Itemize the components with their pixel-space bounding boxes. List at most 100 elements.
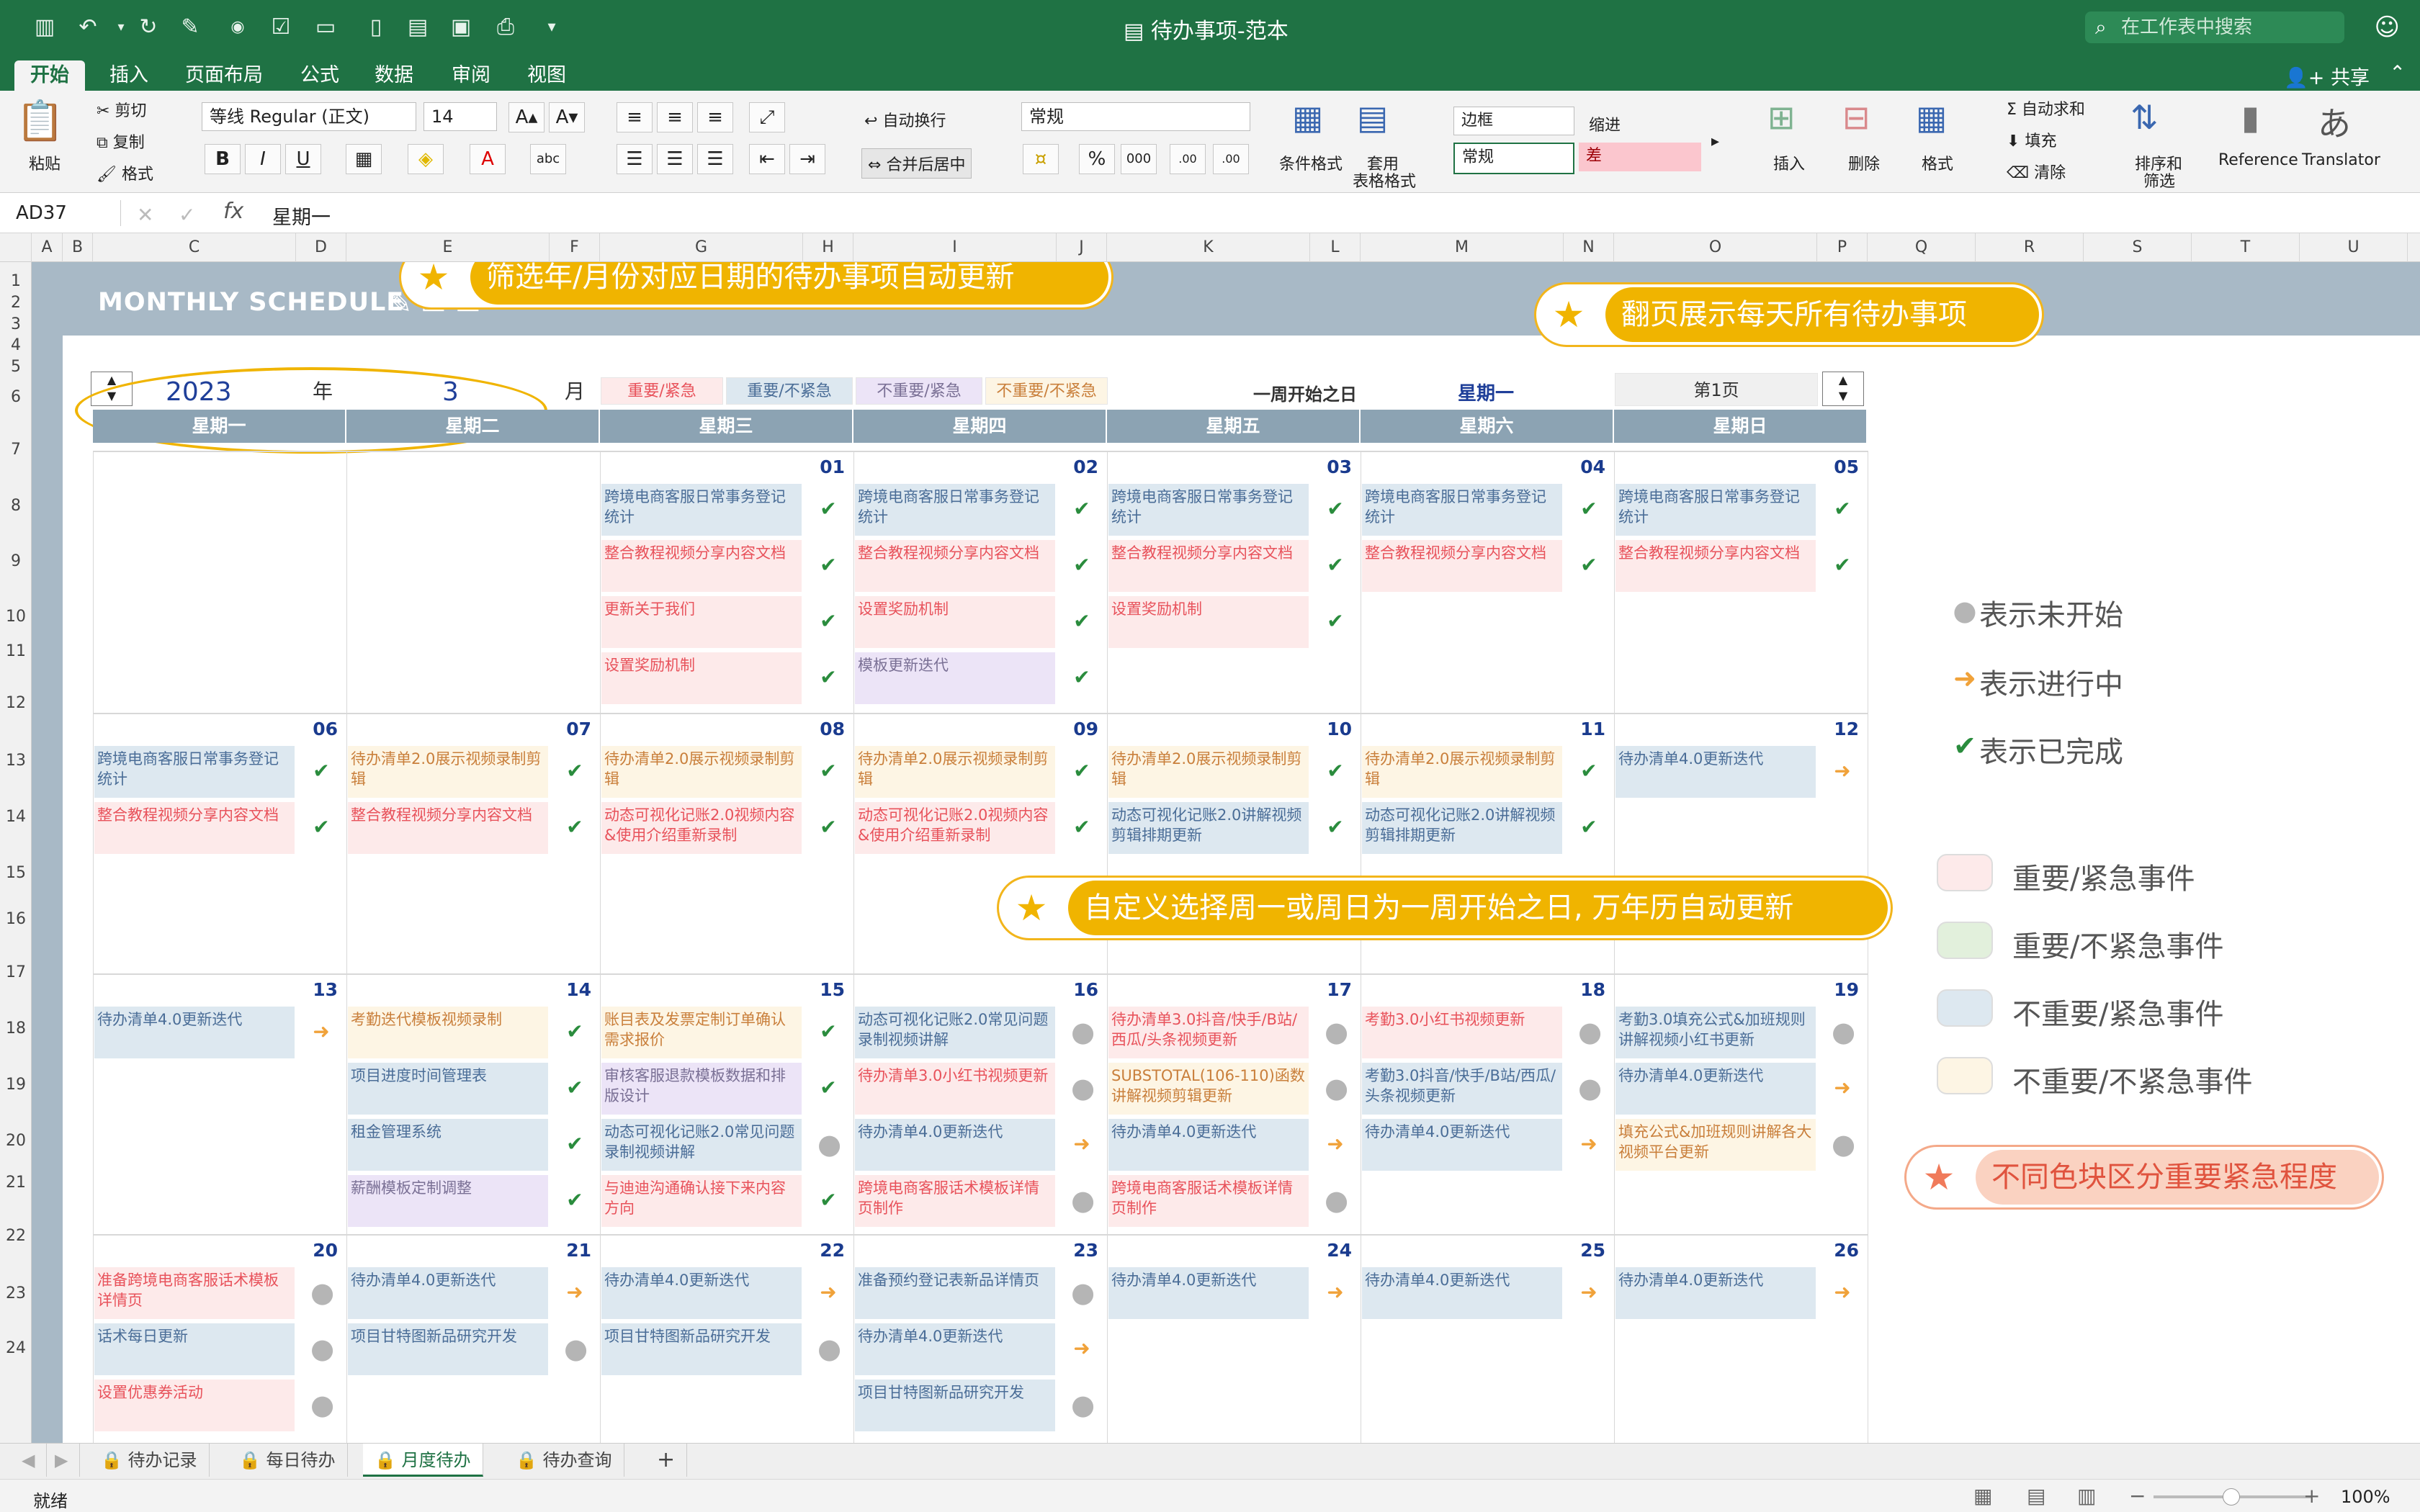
task-item[interactable]: 租金管理系统 (348, 1119, 548, 1171)
task-item[interactable]: 待办清单4.0更新迭代 (348, 1267, 548, 1319)
sheet-tab[interactable]: 🔒 待办查询 (504, 1444, 624, 1477)
checkbox-icon[interactable]: ☑ (268, 14, 294, 40)
align-left-icon[interactable]: ☰ (617, 144, 653, 174)
task-item[interactable]: 待办清单3.0小红书视频更新 (855, 1063, 1055, 1115)
smiley-feedback-icon[interactable]: ☺ (2375, 13, 2400, 42)
confirm-icon[interactable]: ✓ (179, 203, 195, 227)
task-item[interactable]: 设置奖励机制 (855, 596, 1055, 648)
fill-color-icon[interactable]: ◈ (408, 144, 444, 174)
form-icon[interactable]: ▭ (313, 14, 339, 40)
increase-decimal-button[interactable]: .00 (1170, 144, 1206, 174)
spreadsheet-grid[interactable]: MONTHLY SCHEDULE ✎ ▭ ▭ ▲▼ 2023 年 3 月 重要/… (32, 262, 2420, 1443)
row-header[interactable]: 4 (0, 336, 32, 354)
bold-button[interactable]: B (205, 144, 241, 174)
column-header[interactable]: R (1976, 233, 2084, 262)
format-painter-button[interactable]: 🖌 格式 (97, 161, 153, 184)
task-item[interactable]: 待办清单4.0更新迭代 (1108, 1119, 1309, 1171)
row-header[interactable]: 18 (0, 1020, 32, 1038)
task-item[interactable]: 整合教程视频分享内容文档 (1108, 540, 1309, 592)
task-item[interactable]: 待办清单2.0展示视频录制剪辑 (1362, 746, 1562, 798)
column-header[interactable]: U (2300, 233, 2408, 262)
align-middle-icon[interactable]: ≡ (657, 102, 693, 132)
styles-expand-icon[interactable]: ▸ (1711, 132, 1719, 150)
wrap-text-button[interactable]: ↩ 自动换行 (864, 108, 946, 131)
row-header[interactable]: 3 (0, 315, 32, 333)
decrease-decimal-button[interactable]: .00 (1213, 144, 1249, 174)
style-normal[interactable]: 常规 (1453, 143, 1574, 174)
task-item[interactable]: 待办清单4.0更新迭代 (1615, 1267, 1816, 1319)
zoom-slider-thumb[interactable] (2223, 1488, 2240, 1506)
column-header[interactable]: O (1614, 233, 1817, 262)
save-icon[interactable]: ▣ (448, 14, 474, 40)
sidebar-toggle-icon[interactable]: ▥ (32, 14, 58, 40)
task-item[interactable]: 待办清单4.0更新迭代 (1108, 1267, 1309, 1319)
format-cells-button[interactable]: 格式 (1922, 151, 1953, 174)
sort-filter-icon[interactable]: ⇅ (2130, 98, 2159, 137)
task-item[interactable]: 考勤3.0小红书视频更新 (1362, 1007, 1562, 1058)
italic-button[interactable]: I (245, 144, 281, 174)
column-header[interactable]: J (1057, 233, 1107, 262)
task-item[interactable]: 待办清单4.0更新迭代 (855, 1323, 1055, 1375)
row-header[interactable]: 12 (0, 694, 32, 712)
task-item[interactable]: 跨境电商客服日常事务登记统计 (601, 484, 802, 536)
tab-view[interactable]: 视图 (511, 60, 582, 91)
task-item[interactable]: 项目甘特图新品研究开发 (348, 1323, 548, 1375)
row-header[interactable]: 22 (0, 1227, 32, 1245)
sheet-tab[interactable]: 🔒 每日待办 (228, 1444, 348, 1477)
style-bad[interactable]: 差 (1579, 143, 1701, 171)
zoom-slider[interactable] (2154, 1488, 2312, 1506)
column-header[interactable]: F (550, 233, 600, 262)
add-sheet-icon[interactable]: + (645, 1444, 688, 1477)
task-item[interactable]: 整合教程视频分享内容文档 (1615, 540, 1816, 592)
column-header[interactable]: B (63, 233, 93, 262)
task-item[interactable]: 设置奖励机制 (1108, 596, 1309, 648)
task-item[interactable]: 审核客服退款模板数据和排版设计 (601, 1063, 802, 1115)
task-item[interactable]: 动态可视化记账2.0视频内容&使用介绍重新录制 (601, 802, 802, 854)
cut-button[interactable]: ✂ 剪切 (97, 98, 146, 121)
row-header[interactable]: 15 (0, 864, 32, 882)
column-header[interactable]: L (1310, 233, 1361, 262)
underline-button[interactable]: U (285, 144, 321, 174)
task-item[interactable]: 设置奖励机制 (601, 652, 802, 704)
percent-button[interactable]: % (1079, 144, 1115, 174)
insert-cells-icon[interactable]: ⊞ (1767, 98, 1796, 137)
column-header[interactable]: N (1564, 233, 1614, 262)
print-icon[interactable]: ⎙ (493, 14, 519, 40)
tab-formulas[interactable]: 公式 (284, 60, 355, 91)
task-item[interactable]: 项目进度时间管理表 (348, 1063, 548, 1115)
paste-button[interactable]: 粘贴 (29, 151, 60, 174)
task-item[interactable]: 待办清单2.0展示视频录制剪辑 (855, 746, 1055, 798)
task-item[interactable]: 准备预约登记表新品详情页 (855, 1267, 1055, 1319)
redo-icon[interactable]: ↻ (135, 14, 161, 40)
sheet-tab-active[interactable]: 🔒 月度待办 (363, 1444, 483, 1477)
column-header[interactable]: Q (1868, 233, 1976, 262)
align-right-icon[interactable]: ☰ (697, 144, 733, 174)
task-item[interactable]: 动态可视化记账2.0讲解视频剪辑排期更新 (1108, 802, 1309, 854)
reference-button[interactable]: Reference (2218, 151, 2298, 169)
task-item[interactable]: SUBSTOTAL(106-110)函数讲解视频剪辑更新 (1108, 1063, 1309, 1115)
task-item[interactable]: 话术每日更新 (94, 1323, 295, 1375)
tab-home[interactable]: 开始 (14, 60, 85, 91)
task-item[interactable]: 待办清单4.0更新迭代 (1615, 746, 1816, 798)
row-header[interactable]: 20 (0, 1132, 32, 1150)
task-item[interactable]: 整合教程视频分享内容文档 (855, 540, 1055, 592)
record-icon[interactable]: ◉ (225, 14, 251, 40)
task-item[interactable]: 整合教程视频分享内容文档 (1362, 540, 1562, 592)
merge-center-button[interactable]: ⇔ 合并后居中 (861, 148, 972, 179)
autosum-button[interactable]: Σ 自动求和 (2007, 96, 2085, 120)
column-header[interactable]: T (2192, 233, 2300, 262)
edit-icon[interactable]: ✎ (177, 14, 203, 40)
borders-icon[interactable]: ▦ (346, 144, 382, 174)
table-format-icon[interactable]: ▤ (1357, 98, 1388, 137)
insert-function-button[interactable]: fx (223, 199, 243, 224)
number-format-select[interactable]: 常规 (1021, 102, 1250, 131)
task-item[interactable]: 跨境电商客服日常事务登记统计 (1615, 484, 1816, 536)
row-header[interactable]: 2 (0, 294, 32, 312)
task-item[interactable]: 整合教程视频分享内容文档 (348, 802, 548, 854)
row-header[interactable]: 14 (0, 808, 32, 826)
page-layout-view-icon[interactable]: ▤ (2027, 1484, 2045, 1508)
prev-sheet-icon[interactable]: ◀ (10, 1444, 48, 1477)
font-family-select[interactable]: 等线 Regular (正文) (202, 102, 416, 131)
task-item[interactable]: 待办清单4.0更新迭代 (94, 1007, 295, 1058)
task-item[interactable]: 薪酬模板定制调整 (348, 1175, 548, 1227)
